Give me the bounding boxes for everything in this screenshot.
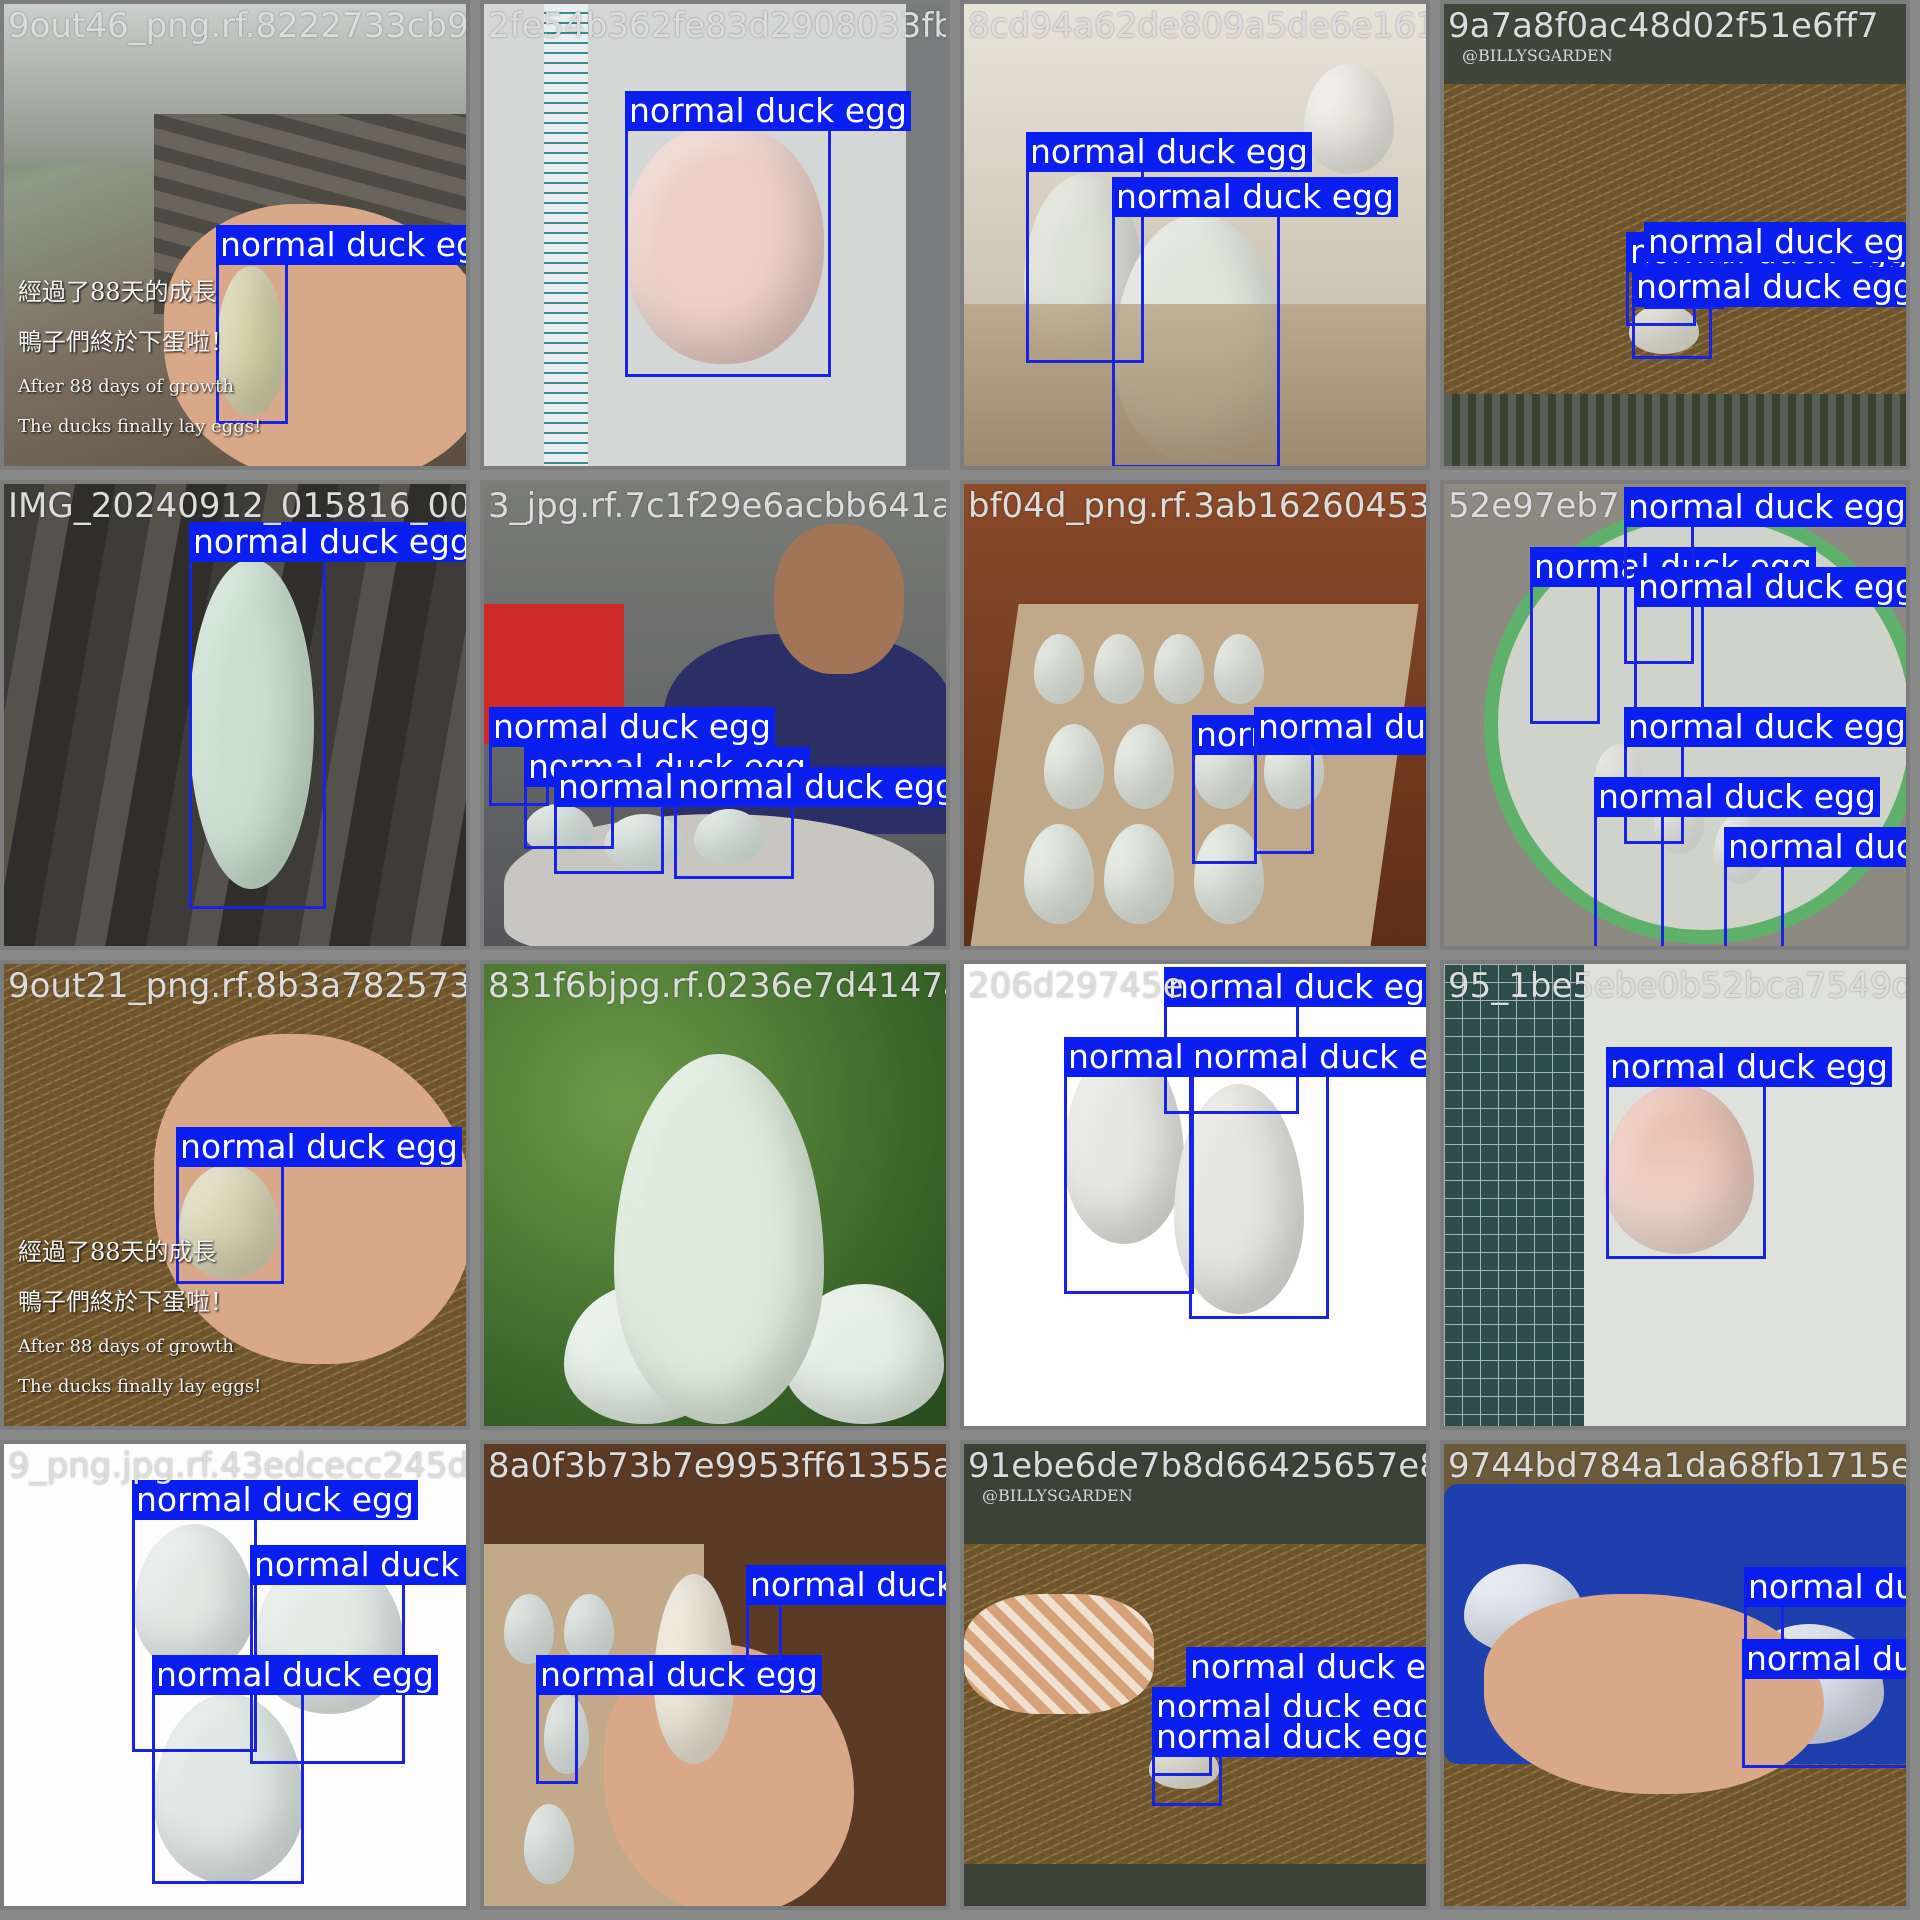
detection-box: normal duck egg [1112, 177, 1398, 466]
caption-line-2: 鴨子們終於下蛋啦！ [18, 1288, 234, 1316]
detection-box: normal duck egg [189, 522, 466, 909]
detection-box: normal duck egg [1594, 777, 1880, 946]
caption-line-1: 經過了88天的成長 [18, 278, 217, 306]
detection-label: normal duck egg [189, 522, 466, 562]
tile-9: 經過了88天的成長 鴨子們終於下蛋啦！ After 88 days of gro… [0, 960, 470, 1430]
watermark: @BILLYSGARDEN [982, 1486, 1133, 1505]
tile-filename: 8a0f3b73b7e9953ff61355a7fc [488, 1446, 946, 1486]
detection-box: normal duck egg [1189, 1037, 1426, 1319]
detection-label: normal duck egg [1152, 1717, 1426, 1757]
tile-12: normal duck egg 95_1be5ebe0b52bca7549d8 [1440, 960, 1910, 1430]
detection-label: normal duck egg [250, 1545, 466, 1585]
detection-label: normal duck egg [1606, 1047, 1892, 1087]
tile-11: normal duck egg normal duck egg normal d… [960, 960, 1430, 1430]
detection-box: normal duck egg [152, 1655, 438, 1884]
detection-box: normal duck egg [1530, 547, 1816, 724]
detection-box: normal duck egg [1744, 1567, 1906, 1644]
detection-label: normal duck egg [1624, 707, 1906, 747]
caption-line-1: 經過了88天的成長 [18, 1238, 217, 1266]
tile-1: 經過了88天的成長 鴨子們終於下蛋啦！ After 88 days of gro… [0, 0, 470, 470]
detection-label: normal duck egg [1254, 707, 1426, 747]
detection-label: normal duck egg [1189, 1037, 1426, 1077]
detection-label: normal duck egg [1644, 222, 1906, 262]
tile-15: @BILLYSGARDEN normal duck egg normal duc… [960, 1440, 1430, 1910]
tile-8: normal duck egg normal duck egg normal d… [1440, 480, 1910, 950]
detection-label: normal duck egg [1632, 267, 1906, 307]
tile-filename: 91ebe6de7b8d66425657e8 [968, 1446, 1430, 1486]
tile-filename: IMG_20240912_015816_003 [8, 486, 470, 526]
tile-filename: 2fe54b362fe83d2908033fb0 [488, 6, 950, 46]
detection-label: normal duck egg [1634, 567, 1906, 607]
tile-filename: bf04d_png.rf.3ab16260453569 [968, 486, 1430, 526]
detection-box: normal duck egg [1254, 707, 1426, 854]
tile-filename: 8cd94a62de809a5de6e1619 [968, 6, 1430, 46]
detection-box: normal duck egg [1632, 267, 1906, 359]
tile-filename: 95_1be5ebe0b52bca7549d8 [1448, 966, 1910, 1006]
detection-box: normal duck egg [554, 767, 840, 874]
detection-label: normal duck egg [1026, 132, 1312, 172]
detection-label: normal duck egg [1624, 487, 1906, 527]
tile-5: normal duck egg IMG_20240912_015816_003 [0, 480, 470, 950]
tile-3: normal duck egg normal duck egg 8cd94a62… [960, 0, 1430, 470]
detection-label: normal duck egg [1164, 967, 1426, 1007]
detection-label: normal duck egg [1724, 827, 1906, 867]
watermark: @BILLYSGARDEN [1462, 46, 1613, 65]
tile-10: 831f6bjpg.rf.0236e7d4147a [480, 960, 950, 1430]
tile-14: normal duck egg normal duck egg 8a0f3b73… [480, 1440, 950, 1910]
detection-label: normal duck egg [152, 1655, 438, 1695]
tile-2: normal duck egg 2fe54b362fe83d2908033fb0 [480, 0, 950, 470]
caption-line-4: The ducks finally lay eggs! [18, 1376, 262, 1397]
detection-label: normal duck egg [176, 1127, 462, 1167]
caption-line-2: 鴨子們終於下蛋啦！ [18, 328, 234, 356]
detection-label: normal duck egg [625, 91, 911, 131]
detection-label: normal duck egg [1186, 1647, 1426, 1687]
detection-label: normal duck egg [1742, 1639, 1906, 1679]
detection-label: normal duck egg [1744, 1567, 1906, 1607]
detection-label: normal duck egg [132, 1480, 418, 1520]
detection-mosaic: 經過了88天的成長 鴨子們終於下蛋啦！ After 88 days of gro… [0, 0, 1920, 1920]
detection-box: normal duck egg [1192, 715, 1426, 864]
tile-4: @BILLYSGARDEN normal duck egg normal duc… [1440, 0, 1910, 470]
detection-box: normal duck egg [746, 1565, 946, 1660]
detection-label: normal duck egg [1594, 777, 1880, 817]
tile-filename: 9out46_png.rf.8222733cb91 [8, 6, 470, 46]
detection-label: normal duck egg [536, 1655, 822, 1695]
tile-filename: 206d29745e [968, 966, 1184, 1006]
detection-box: normal duck egg [1742, 1639, 1906, 1768]
caption-line-3: After 88 days of growth [18, 1336, 234, 1357]
tile-filename: 9_png.jpg.rf.43edcecc245d [8, 1446, 470, 1486]
detection-box: normal duck egg [625, 91, 911, 377]
tile-filename: 831f6bjpg.rf.0236e7d4147a [488, 966, 950, 1006]
tile-filename: 9744bd784a1da68fb1715e01 [1448, 1446, 1910, 1486]
detection-box: normal duck egg [1064, 1037, 1350, 1294]
detection-box: normal duck egg [1724, 827, 1906, 946]
detection-box: normal duck egg [674, 767, 946, 879]
tile-13: normal duck egg normal duck egg normal d… [0, 1440, 470, 1910]
tile-16: normal duck egg normal duck egg 9744bd78… [1440, 1440, 1910, 1910]
detection-label: normal duck egg [746, 1565, 946, 1605]
tile-filename: 52e97eb7 [1448, 486, 1620, 526]
detection-box: normal duck egg [536, 1655, 822, 1784]
photo-egg-grass [484, 964, 946, 1426]
tile-filename: 9out21_png.rf.8b3a7825734 [8, 966, 470, 1006]
detection-box: normal duck egg [1152, 1717, 1426, 1806]
caption-line-4: The ducks finally lay eggs! [18, 416, 262, 437]
tile-filename: 3_jpg.rf.7c1f29e6acbb641afe8b0 [488, 486, 946, 526]
detection-label: normal duck egg [674, 767, 946, 807]
caption-line-3: After 88 days of growth [18, 376, 234, 397]
detection-label: normal duck egg [1112, 177, 1398, 217]
tile-7: normal duck egg normal duck egg bf04d_pn… [960, 480, 1430, 950]
detection-label: normal duck egg [216, 225, 466, 265]
detection-label: normal duck egg [489, 707, 775, 747]
tile-6: normal duck egg normal duck egg normal d… [480, 480, 950, 950]
tile-filename: 9a7a8f0ac48d02f51e6ff7 [1448, 6, 1879, 46]
detection-box: normal duck egg [1606, 1047, 1892, 1259]
